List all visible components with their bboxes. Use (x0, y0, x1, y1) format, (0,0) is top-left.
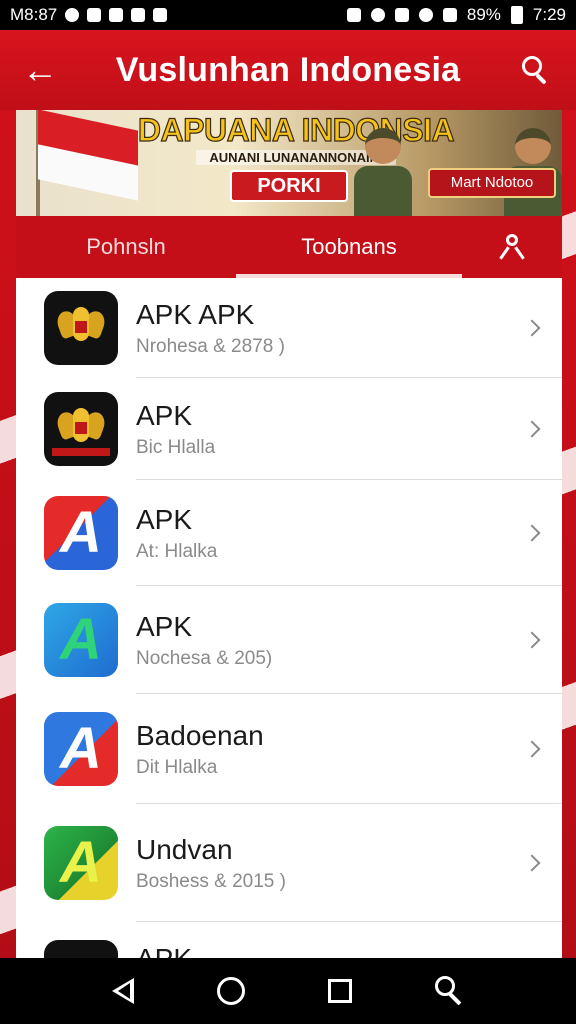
search-button[interactable] (496, 56, 576, 85)
nfc-icon (346, 8, 361, 22)
list-item[interactable]: APK Bic Hlalla (16, 378, 562, 480)
app-subtitle: Boshess & 2015 ) (136, 871, 286, 892)
search-icon (522, 56, 550, 85)
promo-banner[interactable]: DAPUANA INDONSIA AUNANI LUNANANNONAINI P… (16, 110, 562, 216)
app-header: ← Vuslunhan Indonesia (0, 30, 576, 110)
chevron-right-icon (523, 854, 541, 872)
garuda-icon (44, 291, 118, 365)
nav-recents-icon[interactable] (327, 979, 352, 1003)
nav-back-icon[interactable] (111, 978, 134, 1004)
nav-search-icon[interactable] (434, 976, 465, 1006)
app-icon (44, 940, 118, 958)
page-title: Vuslunhan Indonesia (115, 50, 461, 89)
signal-icon (442, 8, 457, 22)
letter-a-icon: A (44, 603, 118, 677)
soldier-image (354, 120, 412, 216)
tab-1[interactable]: Pohnsln (16, 216, 236, 278)
app-name: APK (136, 400, 193, 431)
notification-icon (65, 8, 80, 22)
image-icon (109, 8, 124, 22)
person-icon (499, 234, 525, 260)
chevron-right-icon (523, 319, 541, 337)
banner-secondary-button[interactable]: Mart Ndotoo (428, 168, 556, 198)
battery-percent: 89% (466, 5, 501, 24)
app-name: Badoenan (136, 720, 264, 751)
list-item[interactable]: A Undvan Boshess & 2015 ) (16, 804, 562, 922)
bluetooth-icon (394, 8, 409, 22)
app-subtitle: At: Hlalka (136, 541, 218, 562)
status-bar: M8:87 89% 7:29 (0, 0, 576, 30)
app-subtitle: Bic Hlalla (136, 437, 216, 458)
banner-title: DAPUANA INDONSIA (137, 111, 455, 148)
app-name: APK APK (136, 299, 255, 330)
app-subtitle: Dit Hlalka (136, 757, 218, 778)
chevron-right-icon (523, 524, 541, 542)
list-item[interactable]: APK APK Nrohesa & 2878 ) (16, 278, 562, 378)
list-item[interactable]: A APK At: Hlalka (16, 480, 562, 586)
app-name: Undvan (136, 834, 233, 865)
letter-a-icon: A (44, 712, 118, 786)
nav-home-icon[interactable] (216, 977, 245, 1005)
garuda-icon (44, 392, 118, 466)
alarm-icon (370, 8, 385, 22)
profile-button[interactable] (462, 216, 562, 278)
list-item[interactable]: APK (16, 922, 562, 958)
banner-primary-button[interactable]: PORKI (230, 170, 348, 202)
system-nav-bar (0, 958, 576, 1024)
status-left-text: M8:87 (10, 5, 58, 24)
chevron-right-icon (523, 740, 541, 758)
download-icon (153, 8, 168, 22)
letter-a-icon: A (44, 496, 118, 570)
back-button[interactable]: ← (0, 49, 80, 91)
chevron-right-icon (523, 631, 541, 649)
app-name: APK (136, 504, 193, 535)
app-subtitle: Nochesa & 205) (136, 648, 273, 669)
app-name: APK (136, 942, 192, 958)
mail-icon (131, 8, 146, 22)
app-subtitle: Nrohesa & 2878 ) (136, 336, 285, 357)
list-item[interactable]: A Badoenan Dit Hlalka (16, 694, 562, 804)
clock: 7:29 (532, 5, 566, 24)
arrow-left-icon: ← (22, 49, 58, 90)
wifi-icon (418, 8, 433, 22)
chevron-right-icon (523, 420, 541, 438)
tab-bar: Pohnsln Toobnans (16, 216, 562, 278)
battery-icon (510, 6, 523, 24)
facebook-icon (87, 8, 102, 22)
tab-2-active[interactable]: Toobnans (236, 216, 462, 278)
app-list: APK APK Nrohesa & 2878 ) APK Bic Hlalla … (16, 278, 562, 958)
list-item[interactable]: A APK Nochesa & 205) (16, 586, 562, 694)
letter-a-icon: A (44, 826, 118, 900)
app-name: APK (136, 611, 193, 642)
